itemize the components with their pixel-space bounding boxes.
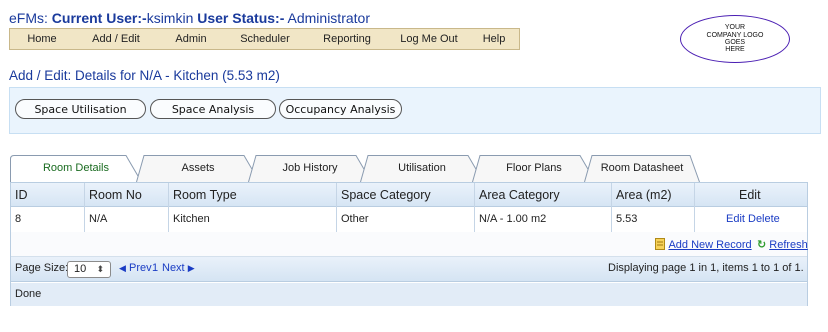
next-page[interactable]: Next ▶ [162, 262, 195, 274]
cell-room-no: N/A [89, 213, 108, 225]
grid-header: ID Room No Room Type Space Category Area… [11, 183, 807, 207]
logo-line: YOUR [724, 24, 746, 32]
menu-log-me-out[interactable]: Log Me Out [388, 33, 470, 45]
main-menu: Home Add / Edit Admin Scheduler Reportin… [9, 28, 520, 50]
menu-admin[interactable]: Admin [158, 33, 224, 45]
column-divider [611, 183, 612, 232]
tab-label: Utilisation [398, 162, 446, 174]
current-user: ksimkin [146, 10, 194, 26]
room-details-grid: ID Room No Room Type Space Category Area… [10, 182, 808, 306]
menu-help[interactable]: Help [470, 33, 518, 45]
command-row: Add New Record ↻ Refresh [11, 232, 808, 257]
page-size-value: 10 [74, 263, 87, 275]
page-size-label: Page Size: [15, 262, 69, 274]
space-utilisation-button[interactable]: Space Utilisation [15, 99, 146, 119]
prev-label: Prev [128, 262, 152, 274]
occupancy-analysis-button[interactable]: Occupancy Analysis [279, 99, 402, 119]
col-area[interactable]: Area (m2) [616, 188, 672, 202]
user-info-header: eFMs: Current User:-ksimkin User Status:… [9, 10, 370, 26]
cell-area: 5.53 [616, 213, 638, 225]
add-new-record[interactable]: Add New Record [655, 238, 752, 251]
app-name: eFMs: [9, 10, 48, 26]
menu-home[interactable]: Home [10, 33, 74, 45]
menu-scheduler[interactable]: Scheduler [224, 33, 306, 45]
tab-label: Job History [282, 162, 338, 174]
column-divider [694, 183, 695, 232]
prev-arrow-icon: ◀ [119, 263, 126, 273]
tab-job-history[interactable]: Job History [248, 155, 372, 182]
status-bar: Done [11, 283, 807, 306]
select-arrows-icon: ⬍ [96, 264, 104, 274]
space-analysis-button[interactable]: Space Analysis [150, 99, 276, 119]
tab-room-datasheet[interactable]: Room Datasheet [584, 155, 700, 182]
tab-label: Floor Plans [506, 162, 562, 174]
col-edit: Edit [739, 188, 761, 202]
refresh-icon: ↻ [757, 239, 767, 251]
column-divider [336, 183, 337, 232]
add-new-record-label: Add New Record [668, 239, 752, 251]
col-area-category[interactable]: Area Category [479, 188, 560, 202]
delete-link[interactable]: Delete [748, 213, 780, 225]
current-user-label: Current User:- [51, 10, 147, 26]
tab-label: Room Details [42, 162, 110, 174]
menu-reporting[interactable]: Reporting [306, 33, 388, 45]
col-room-no[interactable]: Room No [89, 188, 142, 202]
tab-label: Assets [181, 162, 215, 174]
logo-line: HERE [725, 46, 745, 54]
menu-add-edit[interactable]: Add / Edit [74, 33, 158, 45]
edit-link[interactable]: Edit [726, 213, 745, 225]
column-divider [84, 183, 85, 232]
tab-room-details[interactable]: Room Details [10, 155, 142, 182]
tab-utilisation[interactable]: Utilisation [360, 155, 484, 182]
col-space-category[interactable]: Space Category [341, 188, 431, 202]
page-number[interactable]: 1 [152, 262, 158, 274]
status-text: Done [15, 288, 42, 300]
col-room-type[interactable]: Room Type [173, 188, 237, 202]
logo-line: GOES [724, 39, 746, 46]
prev-page[interactable]: ◀ Prev [119, 262, 152, 274]
company-logo: YOUR COMPANY LOGO GOES HERE [680, 15, 790, 63]
logo-line: COMPANY LOGO [706, 31, 764, 39]
cell-space-category: Other [341, 213, 369, 225]
page-size-select[interactable]: 10 ⬍ [67, 261, 111, 278]
tab-label: Room Datasheet [600, 162, 684, 174]
next-arrow-icon: ▶ [187, 263, 195, 273]
cell-id: 8 [15, 213, 22, 225]
tab-assets[interactable]: Assets [136, 155, 260, 182]
room-tabs: Room Details Assets Job History Utilisat… [10, 155, 700, 182]
column-divider [168, 183, 169, 232]
refresh-label: Refresh [769, 239, 808, 251]
analysis-toolbar: Space Utilisation Space Analysis Occupan… [9, 87, 821, 134]
tab-floor-plans[interactable]: Floor Plans [472, 155, 596, 182]
user-status-label: User Status:- [197, 10, 285, 26]
column-divider [474, 183, 475, 232]
cell-area-category: N/A - 1.00 m2 [479, 213, 547, 225]
page-title: Add / Edit: Details for N/A - Kitchen (5… [9, 68, 280, 83]
user-status: Administrator [287, 10, 370, 26]
next-label: Next [162, 262, 185, 274]
cell-room-type: Kitchen [173, 213, 210, 225]
page-summary: Displaying page 1 in 1, items 1 to 1 of … [608, 262, 804, 274]
pager: Page Size: 10 ⬍ ◀ Prev 1 Next ▶ Displayin… [11, 257, 807, 282]
refresh-link[interactable]: ↻ Refresh [757, 238, 808, 251]
add-record-icon [655, 238, 665, 250]
col-id[interactable]: ID [15, 188, 28, 202]
